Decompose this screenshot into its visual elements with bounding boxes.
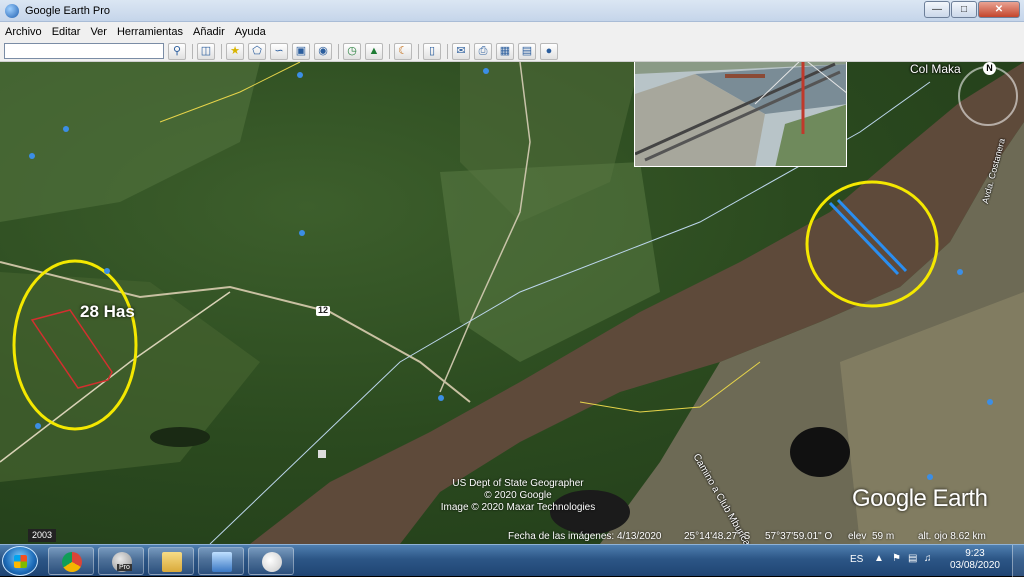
status-bar: Fecha de las imágenes: 4/13/2020 25°14'4… <box>0 530 1024 544</box>
window-title: Google Earth Pro <box>25 4 110 17</box>
toolbar-separator <box>418 43 419 59</box>
view-in-maps-icon[interactable]: ▤ <box>518 42 536 60</box>
latitude: 25°14'48.27" S <box>684 531 751 542</box>
satellite-imagery <box>0 62 1024 544</box>
menu-archivo[interactable]: Archivo <box>0 26 47 38</box>
search-icon[interactable]: ⚲ <box>168 42 186 60</box>
route-number-label: 12 <box>318 305 329 315</box>
print-icon[interactable]: ⎙ <box>474 42 492 60</box>
system-tray: ES ▲ ⚑ ▤ ♫ 9:23 03/08/2020 <box>834 545 1024 577</box>
window-icon <box>212 552 232 572</box>
longitude: 57°37'59.01" O <box>765 531 833 542</box>
google-earth-logo: Google Earth <box>852 485 988 512</box>
minimize-button[interactable]: — <box>924 1 950 18</box>
google-earth-icon <box>5 3 19 18</box>
title-bar: Google Earth Pro — □ ✕ <box>0 0 1024 22</box>
chrome-icon <box>62 552 82 572</box>
sunlight-icon[interactable]: ▲ <box>365 42 383 60</box>
historical-imagery-icon[interactable]: ◷ <box>343 42 361 60</box>
taskbar-app-file-explorer[interactable] <box>148 547 194 575</box>
save-image-icon[interactable]: ▦ <box>496 42 514 60</box>
menu-ver[interactable]: Ver <box>85 26 112 38</box>
taskbar-app-paint[interactable] <box>248 547 294 575</box>
show-hidden-icons-icon[interactable]: ▲ <box>874 553 884 564</box>
clock-time: 9:23 <box>965 548 985 559</box>
menu-herramientas[interactable]: Herramientas <box>112 26 188 38</box>
windows-taskbar: Pro ES ▲ ⚑ ▤ ♫ 9:23 03/08/2020 <box>0 544 1024 577</box>
menu-ayuda[interactable]: Ayuda <box>230 26 271 38</box>
imagery-credits: US Dept of State Geographer © 2020 Googl… <box>430 478 606 514</box>
credit-line: US Dept of State Geographer <box>452 478 584 489</box>
search-input[interactable] <box>4 43 164 59</box>
credit-line: Image © 2020 Maxar Technologies <box>440 502 596 513</box>
taskbar-app-chrome[interactable] <box>48 547 94 575</box>
taskbar-app-window[interactable] <box>198 547 244 575</box>
record-tour-icon[interactable]: ◉ <box>314 42 332 60</box>
folder-icon <box>162 552 182 572</box>
close-button[interactable]: ✕ <box>978 1 1020 18</box>
sidebar-toggle-icon[interactable]: ◫ <box>197 42 215 60</box>
window-controls: — □ ✕ <box>924 1 1020 18</box>
taskbar-app-google-earth[interactable]: Pro <box>98 547 144 575</box>
place-label: Col Maka <box>910 62 961 76</box>
pro-badge: Pro <box>117 564 132 571</box>
menu-bar: Archivo Editar Ver Herramientas Añadir A… <box>0 22 1024 41</box>
imagery-date: Fecha de las imágenes: 4/13/2020 <box>508 531 662 542</box>
menu-anadir[interactable]: Añadir <box>188 26 230 38</box>
area-label: 28 Has <box>80 302 135 321</box>
polygon-icon[interactable]: ⬠ <box>248 42 266 60</box>
north-indicator-icon[interactable]: N <box>983 62 996 75</box>
toolbar-separator <box>192 43 193 59</box>
start-button[interactable] <box>2 546 38 576</box>
planets-icon[interactable]: ☾ <box>394 42 412 60</box>
toolbar-separator <box>221 43 222 59</box>
clock-date: 03/08/2020 <box>949 560 1000 571</box>
email-icon[interactable]: ✉ <box>452 42 470 60</box>
placemark-icon[interactable]: ★ <box>226 42 244 60</box>
action-center-icon[interactable]: ⚑ <box>892 553 901 564</box>
toolbar-separator <box>338 43 339 59</box>
elevation-label: elev <box>848 531 867 542</box>
toolbar: ⚲ ◫ ★ ⬠ ∽ ▣ ◉ ◷ ▲ ☾ ▯ ✉ ⎙ ▦ ▤ ● <box>0 41 1024 62</box>
network-icon[interactable]: ▤ <box>908 553 917 564</box>
historical-year-badge[interactable]: 2003 <box>28 529 56 542</box>
clock[interactable]: 9:23 03/08/2020 <box>950 548 1000 572</box>
earth-gallery-icon[interactable]: ● <box>540 42 558 60</box>
image-overlay-icon[interactable]: ▣ <box>292 42 310 60</box>
bridge-render-image <box>635 62 846 166</box>
credit-line: © 2020 Google <box>484 490 552 501</box>
language-indicator[interactable]: ES <box>850 554 863 565</box>
path-icon[interactable]: ∽ <box>270 42 288 60</box>
navigation-compass[interactable]: N <box>958 62 1018 126</box>
map-view[interactable]: Col Maka 28 Has 12 Camino a Club Mburica… <box>0 62 1024 544</box>
show-desktop-button[interactable] <box>1012 545 1024 577</box>
toolbar-separator <box>447 43 448 59</box>
bridge-render-photo <box>634 62 847 167</box>
paint-icon <box>262 552 282 572</box>
menu-editar[interactable]: Editar <box>47 26 86 38</box>
maximize-button[interactable]: □ <box>951 1 977 18</box>
toolbar-separator <box>389 43 390 59</box>
volume-icon[interactable]: ♫ <box>924 553 932 564</box>
eye-altitude: alt. ojo 8.62 km <box>918 531 986 542</box>
ruler-icon[interactable]: ▯ <box>423 42 441 60</box>
elevation-value: 59 m <box>872 531 895 542</box>
